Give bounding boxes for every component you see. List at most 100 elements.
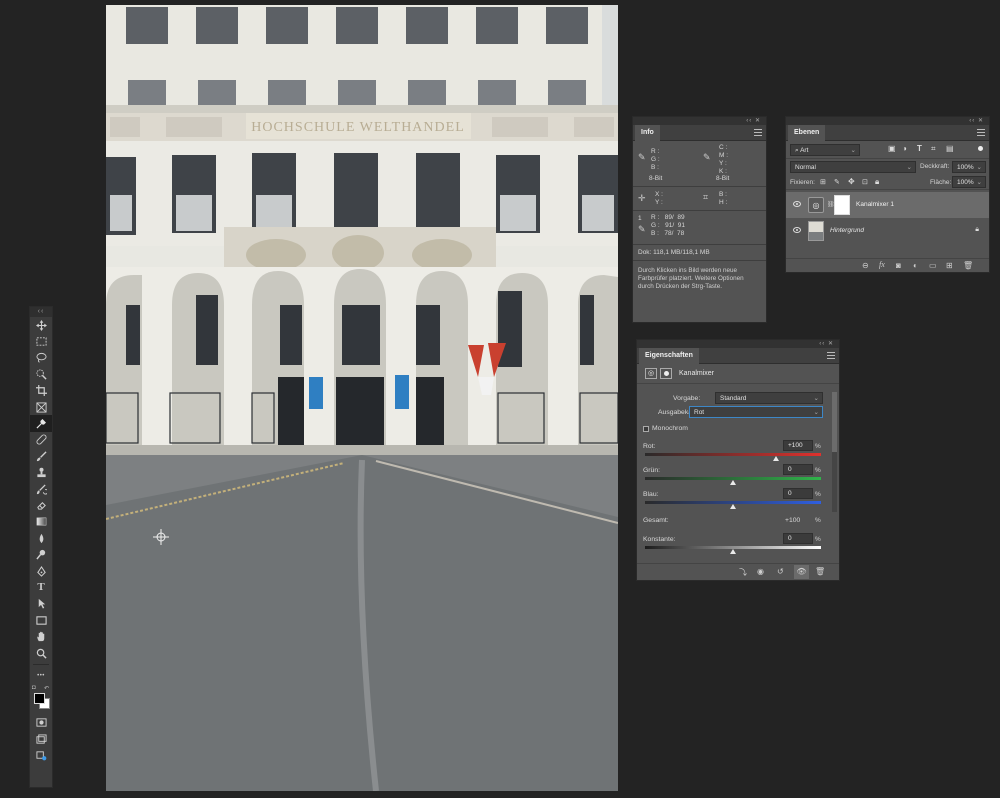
blur-icon[interactable] xyxy=(30,530,52,546)
green-slider-thumb[interactable] xyxy=(730,480,736,485)
filter-type-icon[interactable]: T xyxy=(917,144,922,153)
constant-label: Konstante: xyxy=(643,536,676,543)
blue-value-field[interactable]: 0 xyxy=(783,488,813,499)
layer-row-hintergrund[interactable]: Hintergrund 🔒︎ xyxy=(786,218,989,244)
output-channel-dropdown[interactable]: Rot ⌄ xyxy=(689,406,823,418)
layer-list: ◎ ⛓ Kanalmixer 1 Hintergrund 🔒︎ xyxy=(786,190,989,246)
more-tools-icon[interactable]: ••• xyxy=(30,668,52,684)
layers-panel-menu-icon[interactable] xyxy=(977,129,985,136)
tab-eigenschaften[interactable]: Eigenschaften xyxy=(639,348,699,364)
adjustment-layer-icon: ◎ xyxy=(808,197,824,213)
trash-icon[interactable]: 🗑︎ xyxy=(963,261,973,270)
filter-toggle-icon[interactable] xyxy=(978,146,983,151)
bounds-icon: ⌗ xyxy=(703,192,709,202)
pen-icon[interactable] xyxy=(30,563,52,579)
layers-tabbar: Ebenen xyxy=(786,125,989,141)
opacity-label: Deckkraft: xyxy=(920,163,950,170)
quick-mask-icon[interactable] xyxy=(30,715,52,731)
view-previous-icon[interactable]: ◉ xyxy=(757,567,764,576)
foreground-color-swatch[interactable] xyxy=(34,692,45,704)
quick-select-icon[interactable] xyxy=(30,366,52,382)
lock-paint-icon[interactable]: ✎ xyxy=(834,178,840,186)
lasso-icon[interactable] xyxy=(30,350,52,366)
history-brush-icon[interactable] xyxy=(30,481,52,497)
blend-mode-dropdown[interactable]: Normal ⌄ xyxy=(790,161,916,173)
brush-icon[interactable] xyxy=(30,448,52,464)
eraser-icon[interactable] xyxy=(30,497,52,513)
layer-name[interactable]: Kanalmixer 1 xyxy=(856,201,894,208)
document-canvas[interactable]: HOCHSCHULE WELTHANDEL xyxy=(106,5,618,791)
fill-field[interactable]: 100% ⌄ xyxy=(952,176,986,188)
link-icon[interactable]: ⊖ xyxy=(862,261,869,270)
tools-panel-header[interactable]: ‹‹ xyxy=(30,307,52,317)
preset-dropdown[interactable]: Standard ⌄ xyxy=(715,392,823,404)
monochrome-checkbox[interactable] xyxy=(643,426,649,432)
blue-slider-thumb[interactable] xyxy=(730,504,736,509)
zoom-icon[interactable] xyxy=(30,645,52,661)
properties-panel-controls[interactable]: ‹‹ ✕ xyxy=(637,340,839,348)
total-value: +100 xyxy=(785,517,801,524)
eyedropper-icon[interactable] xyxy=(30,415,52,432)
visibility-eye-icon[interactable] xyxy=(793,227,801,233)
clip-to-layer-icon[interactable]: ⤵ xyxy=(739,567,747,578)
screen-mode-icon[interactable] xyxy=(30,731,52,747)
dodge-icon[interactable] xyxy=(30,546,52,562)
visibility-eye-icon[interactable] xyxy=(793,201,801,207)
rectangle-icon[interactable] xyxy=(30,612,52,628)
red-slider-track[interactable] xyxy=(645,453,821,456)
mask-properties-icon[interactable] xyxy=(660,368,672,379)
visibility-eye-icon[interactable]: 👁︎ xyxy=(794,565,809,579)
constant-slider-thumb[interactable] xyxy=(730,549,736,554)
edit-toolbar-icon[interactable] xyxy=(30,747,52,763)
lock-all-icon[interactable]: 🔒︎ xyxy=(875,177,879,187)
building-photo: HOCHSCHULE WELTHANDEL xyxy=(106,5,618,791)
reset-icon[interactable]: ↺ xyxy=(777,567,784,576)
swap-colors-icon[interactable]: ↶ xyxy=(44,685,49,692)
tools-panel: ‹‹ T ••• ◘ ↶ xyxy=(29,306,53,788)
layer-row-kanalmixer[interactable]: ◎ ⛓ Kanalmixer 1 xyxy=(786,192,989,218)
path-select-icon[interactable] xyxy=(30,596,52,612)
default-colors-icon[interactable]: ◘ xyxy=(32,685,36,691)
filter-shape-icon[interactable]: ⌗ xyxy=(931,144,936,154)
properties-panel-menu-icon[interactable] xyxy=(827,352,835,359)
hand-icon[interactable] xyxy=(30,628,52,644)
info-panel-menu-icon[interactable] xyxy=(754,129,762,136)
filter-pixel-icon[interactable]: ▣ xyxy=(888,144,896,153)
filter-adjustment-icon[interactable]: ◑ xyxy=(902,144,907,153)
fx-icon[interactable]: fx xyxy=(879,260,885,269)
info-panel-controls[interactable]: ‹‹ ✕ xyxy=(633,117,766,125)
blue-slider-label: Blau: xyxy=(643,491,659,498)
gradient-icon[interactable] xyxy=(30,514,52,530)
stamp-icon[interactable] xyxy=(30,465,52,481)
layer-name[interactable]: Hintergrund xyxy=(830,227,864,234)
opacity-field[interactable]: 100% ⌄ xyxy=(952,161,986,173)
tab-ebenen[interactable]: Ebenen xyxy=(788,125,826,141)
layer-mask-thumbnail[interactable] xyxy=(834,195,850,215)
filter-smartobject-icon[interactable]: ▤ xyxy=(946,144,954,153)
layer-filter-dropdown[interactable]: ⌕ Art ⌄ xyxy=(790,144,860,156)
red-slider-thumb[interactable] xyxy=(773,456,779,461)
move-icon[interactable] xyxy=(30,317,52,333)
new-layer-icon[interactable]: ⊞ xyxy=(946,261,953,270)
tab-info[interactable]: Info xyxy=(635,125,660,141)
adjustment-icon[interactable]: ◐ xyxy=(913,261,918,270)
green-value-field[interactable]: 0 xyxy=(783,464,813,475)
group-icon[interactable]: ▭ xyxy=(929,261,937,270)
healing-icon[interactable] xyxy=(30,432,52,448)
crop-icon[interactable] xyxy=(30,383,52,399)
type-icon[interactable]: T xyxy=(30,579,52,595)
frame-icon[interactable] xyxy=(30,399,52,415)
properties-scrollbar-thumb[interactable] xyxy=(832,392,837,452)
constant-value-field[interactable]: 0 xyxy=(783,533,813,544)
channel-mixer-icon[interactable]: ◎ xyxy=(645,368,657,379)
lock-artboard-icon[interactable]: ⊡ xyxy=(862,178,868,186)
layers-panel-controls[interactable]: ‹‹ ✕ xyxy=(786,117,989,125)
layer-thumbnail[interactable] xyxy=(808,221,824,241)
lock-pixels-icon[interactable]: ⊞ xyxy=(820,178,826,186)
lock-position-icon[interactable]: ✥ xyxy=(848,177,855,186)
trash-icon[interactable]: 🗑︎ xyxy=(815,567,825,576)
mask-icon[interactable]: ◙ xyxy=(896,261,901,270)
properties-scrollbar[interactable] xyxy=(832,392,837,512)
red-value-field[interactable]: +100 xyxy=(783,440,813,451)
marquee-icon[interactable] xyxy=(30,333,52,349)
